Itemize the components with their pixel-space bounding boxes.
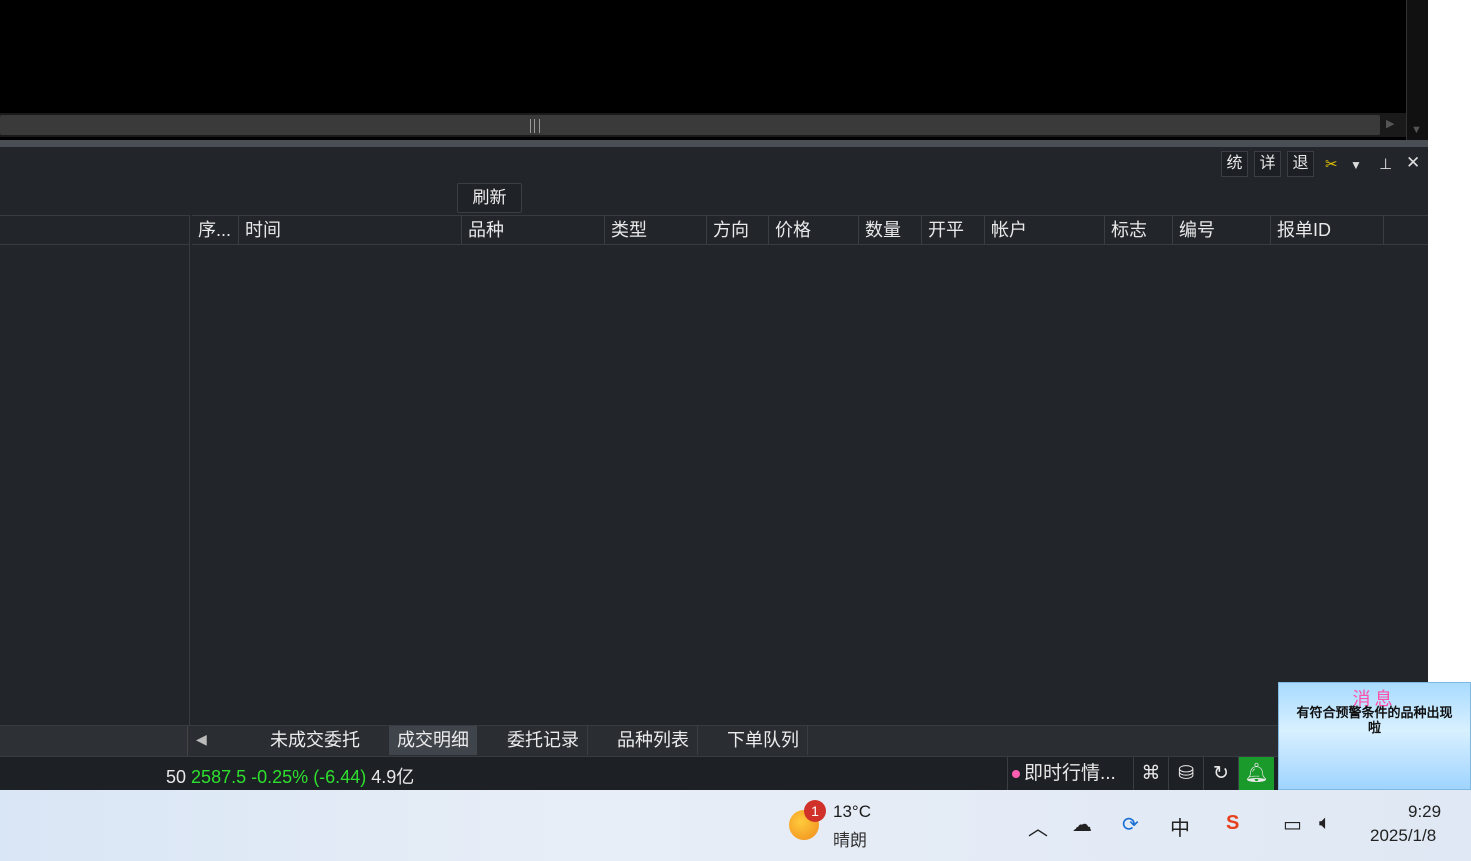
scroll-right-icon[interactable]: ▶ (1386, 117, 1394, 130)
network-icon[interactable]: ▭ (1283, 812, 1302, 837)
ime-indicator[interactable]: 中 (1170, 812, 1190, 841)
exit-button[interactable]: 退 (1287, 151, 1314, 177)
stat-button[interactable]: 统 (1221, 151, 1248, 177)
clock-date[interactable]: 2025/1/8 (1370, 826, 1436, 846)
notification-message: 有符合预警条件的品种出现啦 (1296, 705, 1453, 735)
index-quote[interactable]: 50 2587.5 -0.25% (-6.44) 4.9亿 (166, 763, 414, 789)
pin-icon[interactable]: ⊥ (1379, 155, 1392, 173)
vertical-scrollbar[interactable]: ▼ (1406, 0, 1428, 140)
chevron-up-icon[interactable]: ︿ (1028, 812, 1048, 841)
tab-bar-left-box (0, 726, 188, 756)
bottom-tab-bar: ◀ 未成交委托 成交明细 委托记录 品种列表 下单队列 (0, 725, 1428, 756)
col-quantity[interactable]: 数量 (859, 216, 922, 244)
trade-detail-grid[interactable]: 序... 时间 品种 类型 方向 价格 数量 开平 帐户 标志 编号 报单ID (192, 215, 1428, 725)
col-type[interactable]: 类型 (605, 216, 707, 244)
clock-time[interactable]: 9:29 (1408, 802, 1441, 822)
left-tree-pane[interactable] (0, 215, 190, 725)
tab-scroll-left-icon[interactable]: ◀ (196, 731, 207, 748)
horizontal-scrollbar[interactable]: ▶ (0, 113, 1406, 137)
col-price[interactable]: 价格 (769, 216, 859, 244)
index-change: (-6.44) (313, 767, 367, 787)
dropdown-icon[interactable]: ▼ (1350, 158, 1362, 172)
weather-badge: 1 (804, 800, 826, 822)
col-seq[interactable]: 序... (192, 216, 239, 244)
tab-order-records[interactable]: 委托记录 (499, 726, 588, 755)
alert-notification[interactable]: 消息 有符合预警条件的品种出现啦 (1278, 682, 1471, 790)
database-icon[interactable]: ⛁ (1168, 757, 1203, 790)
trade-panel: 统 详 退 ✂ ▼ ⊥ ✕ 刷新 序... 时间 品种 类型 方向 价格 数量 … (0, 147, 1428, 790)
tab-trade-details[interactable]: 成交明细 (389, 726, 477, 755)
grid-header: 序... 时间 品种 类型 方向 价格 数量 开平 帐户 标志 编号 报单ID (192, 215, 1428, 245)
refresh-button[interactable]: 刷新 (457, 183, 522, 213)
panel-toolbar: 统 详 退 ✂ ▼ ⊥ ✕ (0, 147, 1428, 183)
scrollbar-track[interactable] (0, 115, 1380, 135)
turnover: 4.9亿 (371, 767, 415, 787)
col-flag[interactable]: 标志 (1105, 216, 1173, 244)
right-edge-strip (1428, 0, 1471, 790)
close-icon[interactable]: ✕ (1406, 153, 1420, 173)
col-number[interactable]: 编号 (1173, 216, 1271, 244)
index-price: 2587.5 (191, 767, 247, 787)
quote-mode-button[interactable]: 即时行情... (1007, 757, 1133, 790)
panel-splitter[interactable] (0, 140, 1428, 147)
quote-mode-label: 即时行情... (1024, 763, 1116, 784)
detail-button[interactable]: 详 (1254, 151, 1281, 177)
taskbar: 1 13°C 晴朗 ︿ ☁ ⟳ 中 S ▭ 🔈︎ 9:29 2025/1/8 (0, 790, 1471, 861)
python-icon[interactable]: ⌘ (1133, 757, 1168, 790)
col-time[interactable]: 时间 (239, 216, 462, 244)
scroll-down-icon[interactable]: ▼ (1411, 124, 1422, 136)
tools-icon[interactable]: ✂ (1325, 155, 1338, 173)
tab-symbol-list[interactable]: 品种列表 (609, 726, 698, 755)
index-code: 50 (166, 767, 187, 787)
refresh-icon[interactable]: ↻ (1203, 757, 1238, 790)
left-pane-header (0, 215, 189, 245)
tab-order-queue[interactable]: 下单队列 (719, 726, 808, 755)
col-open-close[interactable]: 开平 (922, 216, 985, 244)
volume-icon[interactable]: 🔈︎ (1319, 812, 1331, 835)
sogou-input-icon[interactable]: S (1226, 812, 1239, 835)
col-order-id[interactable]: 报单ID (1271, 216, 1384, 244)
status-dot-icon (1012, 769, 1020, 778)
chart-area[interactable] (0, 0, 1406, 112)
col-direction[interactable]: 方向 (707, 216, 769, 244)
temperature[interactable]: 13°C (833, 802, 871, 822)
status-bar: 50 2587.5 -0.25% (-6.44) 4.9亿 即时行情... ⌘ … (0, 756, 1428, 790)
cloud-offline-icon[interactable]: ☁ (1072, 812, 1092, 837)
col-account[interactable]: 帐户 (985, 216, 1105, 244)
bell-icon[interactable]: 🔔︎ (1238, 757, 1274, 790)
scrollbar-grip-icon[interactable] (530, 119, 540, 133)
tab-unfilled-orders[interactable]: 未成交委托 (262, 726, 368, 755)
sync-icon[interactable]: ⟳ (1122, 812, 1139, 837)
weather-condition[interactable]: 晴朗 (833, 826, 867, 851)
index-change-pct: -0.25% (251, 767, 309, 787)
col-symbol[interactable]: 品种 (462, 216, 605, 244)
